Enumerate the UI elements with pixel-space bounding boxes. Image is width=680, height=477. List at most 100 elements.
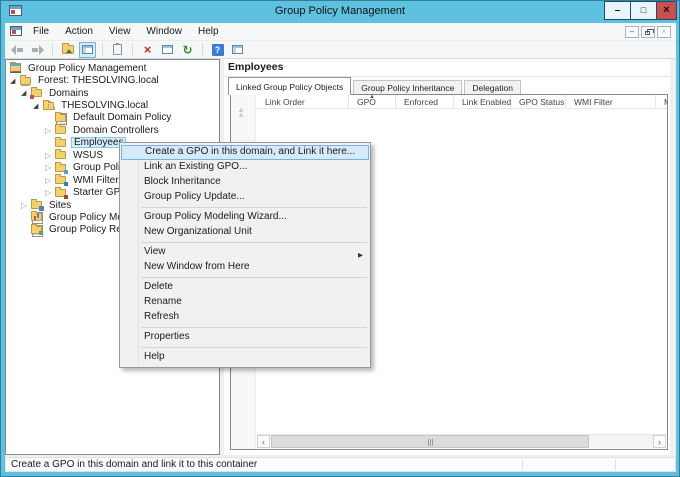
context-menu-item[interactable]: Delete [120, 280, 370, 295]
folder-icon [55, 111, 66, 122]
tree-item-label: Sites [49, 199, 72, 211]
table-column-header[interactable]: WMI Filter [566, 95, 656, 108]
menu-bar-item[interactable]: Window [138, 23, 190, 41]
show-console-tree-button[interactable] [79, 41, 96, 58]
context-menu-item[interactable]: New Organizational Unit [120, 225, 370, 240]
tree-item-icon [30, 87, 43, 100]
context-menu-item[interactable]: View [120, 245, 370, 260]
tree-expander-icon[interactable] [44, 163, 55, 172]
menu-bar-item[interactable]: File [25, 23, 57, 41]
tab[interactable]: Group Policy Inheritance [353, 80, 463, 95]
tree-expander-icon[interactable] [44, 126, 55, 135]
context-menu-item-label: Rename [144, 296, 182, 307]
tree-item[interactable]: THESOLVING.local [6, 99, 219, 111]
maximize-button[interactable]: □ [630, 1, 657, 20]
tree-item-icon [55, 161, 68, 174]
tree-item-icon [55, 111, 67, 125]
tree-expander-icon[interactable] [32, 102, 43, 110]
table-column-header[interactable]: GPO [349, 95, 396, 108]
folder-icon [20, 74, 31, 85]
context-menu-item[interactable]: Create a GPO in this domain, and Link it… [121, 145, 369, 160]
context-menu-item[interactable]: Refresh [120, 310, 370, 325]
menu-bar-item[interactable]: View [101, 23, 139, 41]
up-one-level-button[interactable] [59, 42, 76, 58]
tree-expander-icon[interactable] [44, 188, 55, 197]
context-menu-item[interactable]: Group Policy Modeling Wizard... [120, 210, 370, 225]
tab[interactable]: Delegation [464, 80, 521, 95]
toolbar-separator [132, 43, 133, 56]
table-column-header[interactable]: Modified [656, 95, 667, 108]
context-menu-item-label: Properties [144, 331, 190, 342]
menu-bar: File Action View Window Help – × [5, 23, 676, 41]
context-menu-item[interactable] [141, 327, 367, 328]
tree-item[interactable]: Default Domain Policy [6, 111, 219, 125]
tab[interactable]: Linked Group Policy Objects [228, 77, 352, 95]
tree-item-icon [31, 199, 44, 212]
tree-item[interactable]: Forest: THESOLVING.local [6, 74, 219, 86]
pane-title: Employees [228, 61, 284, 73]
toolbar-separator [52, 43, 53, 56]
context-menu-item[interactable]: Group Policy Update... [120, 190, 370, 205]
table-column-header[interactable]: GPO Status [511, 95, 566, 108]
tree-item-icon [31, 211, 43, 225]
mmc-restore-button[interactable] [641, 26, 655, 38]
tree-item-icon [31, 223, 43, 237]
export-list-button[interactable] [109, 42, 126, 58]
scroll-right-button[interactable]: › [653, 435, 666, 448]
menu-bar-item[interactable]: Help [190, 23, 227, 41]
context-menu-item[interactable] [141, 207, 367, 208]
show-action-pane-button[interactable] [229, 42, 246, 58]
context-menu-item[interactable]: Properties [120, 330, 370, 345]
tree-item[interactable]: Domain Controllers [6, 124, 219, 136]
context-menu-item[interactable]: Link an Existing GPO... [120, 160, 370, 175]
folder-icon [31, 211, 42, 222]
gpmc-window: Group Policy Management – □ × File Actio… [0, 0, 680, 477]
context-menu-item-label: Block Inheritance [144, 176, 221, 187]
folder-icon [10, 62, 21, 73]
menu-bar-item[interactable]: Action [57, 23, 101, 41]
minimize-button[interactable]: – [604, 1, 631, 20]
context-menu-item[interactable] [141, 277, 367, 278]
context-menu-item[interactable]: Help [120, 350, 370, 365]
move-link-to-top-button[interactable]: ▲ ▲ [237, 106, 245, 119]
scrollbar-thumb[interactable] [271, 435, 589, 448]
tree-expander-icon[interactable] [44, 176, 55, 185]
refresh-button[interactable]: ↻ [179, 42, 196, 58]
toolbar-separator [202, 43, 203, 56]
table-column-header[interactable]: Enforced [396, 95, 454, 108]
mmc-close-button[interactable]: × [657, 26, 671, 38]
refresh-icon: ↻ [182, 42, 193, 57]
tree-expander-icon[interactable] [44, 151, 55, 160]
folder-icon [31, 87, 42, 98]
context-menu-item[interactable]: Rename [120, 295, 370, 310]
table-column-header[interactable]: Link Enabled [454, 95, 511, 108]
table-column-header[interactable]: Link Order [257, 95, 349, 108]
back-button[interactable] [9, 42, 26, 58]
tree-expander-icon[interactable] [9, 77, 20, 85]
forward-button[interactable] [29, 42, 46, 58]
properties-button[interactable] [159, 42, 176, 58]
tree-item-label: Domains [49, 87, 89, 99]
tree-item-label: Default Domain Policy [73, 112, 172, 124]
context-menu-item-label: New Window from Here [144, 261, 250, 272]
title-bar[interactable]: Group Policy Management – □ × [1, 1, 679, 23]
context-menu-item[interactable] [141, 242, 367, 243]
folder-icon [55, 136, 66, 147]
tree-item-icon [20, 74, 32, 86]
mmc-minimize-button[interactable]: – [625, 26, 639, 38]
close-button[interactable]: × [656, 1, 677, 20]
context-menu-item-label: Link an Existing GPO... [144, 161, 248, 172]
console-tree-icon [82, 45, 93, 54]
tree-expander-icon[interactable] [20, 201, 31, 210]
help-button[interactable]: ? [209, 42, 226, 58]
tree-item[interactable]: Domains [6, 87, 219, 100]
scroll-left-button[interactable]: ‹ [257, 435, 270, 448]
context-menu-item[interactable] [141, 347, 367, 348]
horizontal-scrollbar[interactable]: ‹ › [257, 434, 666, 448]
context-menu-item[interactable]: Block Inheritance [120, 175, 370, 190]
toolbar-separator [102, 43, 103, 56]
delete-button[interactable]: × [139, 42, 156, 58]
context-menu-item[interactable]: New Window from Here [120, 260, 370, 275]
tree-item[interactable]: Group Policy Management [6, 62, 219, 74]
menu-list: File Action View Window Help [25, 23, 227, 41]
